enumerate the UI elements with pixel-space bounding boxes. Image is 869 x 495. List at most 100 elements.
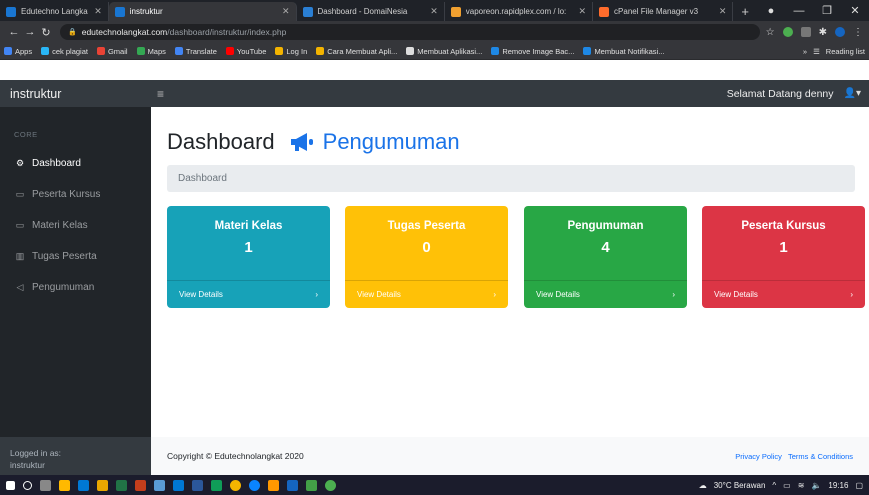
card-title: Tugas Peserta bbox=[387, 220, 466, 232]
bookmark-item[interactable]: Cara Membuat Apli... bbox=[316, 47, 397, 56]
browser-tab-strip: Edutechno Langkat ✕ instruktur ✕ Dashboa… bbox=[0, 0, 869, 21]
sidebar-item-peserta-kursus[interactable]: ▭ Peserta Kursus bbox=[0, 179, 151, 210]
minimize-icon[interactable]: — bbox=[785, 5, 813, 17]
view-details-link[interactable]: View Details › bbox=[167, 280, 330, 308]
bookmark-item[interactable]: Maps bbox=[136, 47, 166, 56]
back-icon[interactable]: ← bbox=[6, 26, 22, 38]
close-tab-icon[interactable]: ✕ bbox=[430, 6, 438, 17]
app-icon[interactable] bbox=[287, 479, 298, 491]
bookmark-item[interactable]: YouTube bbox=[225, 47, 266, 56]
maximize-icon[interactable]: ❐ bbox=[813, 4, 841, 17]
view-details-link[interactable]: View Details › bbox=[345, 280, 508, 308]
app-icon[interactable] bbox=[97, 479, 108, 491]
app-icon[interactable] bbox=[268, 479, 279, 491]
chat-icon: ▭ bbox=[15, 189, 25, 199]
user-dropdown-icon[interactable]: 👤▾ bbox=[844, 88, 861, 99]
sidebar-toggle-icon[interactable]: ≡ bbox=[157, 87, 164, 101]
browser-tab[interactable]: Dashboard - DomaiNesia ✕ bbox=[297, 2, 445, 21]
bookmark-star-icon[interactable]: ☆ bbox=[766, 27, 775, 38]
excel-icon[interactable] bbox=[116, 479, 127, 491]
chevron-up-icon[interactable]: ^ bbox=[772, 481, 776, 490]
powerpoint-icon[interactable] bbox=[135, 479, 146, 491]
profile-avatar-icon[interactable] bbox=[835, 27, 845, 37]
apps-grid-icon bbox=[4, 47, 12, 55]
chrome-icon[interactable] bbox=[230, 479, 241, 491]
browser-tab-active[interactable]: instruktur ✕ bbox=[108, 2, 297, 21]
notification-icon[interactable]: ▢ bbox=[855, 481, 863, 490]
bullhorn-icon bbox=[290, 133, 313, 151]
extension-icon[interactable] bbox=[800, 27, 811, 37]
address-bar[interactable]: 🔒 edutechnolangkat.com/dashboard/instruk… bbox=[60, 24, 760, 40]
account-icon[interactable]: ● bbox=[757, 5, 785, 17]
browser-toolbar: ← → ↻ 🔒 edutechnolangkat.com/dashboard/i… bbox=[0, 21, 869, 43]
github-icon bbox=[406, 47, 415, 55]
app-brand[interactable]: instruktur bbox=[0, 87, 151, 101]
view-details-link[interactable]: View Details › bbox=[702, 280, 865, 308]
store-icon[interactable] bbox=[78, 479, 89, 491]
stat-card-materi-kelas: Materi Kelas 1 View Details › bbox=[167, 206, 330, 308]
app-icon[interactable] bbox=[154, 479, 165, 491]
breadcrumb: Dashboard bbox=[167, 165, 855, 192]
puzzle-icon[interactable]: ✱ bbox=[819, 27, 827, 38]
task-view-icon[interactable] bbox=[40, 479, 51, 491]
volume-icon[interactable]: 🔈 bbox=[811, 481, 821, 490]
view-details-link[interactable]: View Details › bbox=[524, 280, 687, 308]
tachometer-icon: ⚙ bbox=[15, 158, 25, 168]
tab-favicon-icon bbox=[599, 6, 610, 17]
wifi-icon[interactable]: ≋ bbox=[798, 481, 805, 490]
clock[interactable]: 19:16 bbox=[828, 481, 848, 490]
logged-in-label: Logged in as: bbox=[10, 448, 62, 458]
sidebar-item-dashboard[interactable]: ⚙ Dashboard bbox=[0, 148, 151, 179]
bookmark-item[interactable]: Gmail bbox=[96, 47, 128, 56]
app-icon[interactable] bbox=[325, 479, 336, 491]
sidebar-item-tugas-peserta[interactable]: ▥ Tugas Peserta bbox=[0, 241, 151, 272]
browser-tab[interactable]: Edutechno Langkat ✕ bbox=[0, 2, 109, 21]
close-tab-icon[interactable]: ✕ bbox=[719, 6, 727, 17]
new-tab-button[interactable]: + bbox=[733, 2, 757, 21]
weather-text[interactable]: 30°C Berawan bbox=[714, 481, 766, 490]
sidebar-footer: Logged in as: instruktur bbox=[0, 437, 151, 475]
extension-icon[interactable] bbox=[782, 27, 793, 37]
edge-icon[interactable] bbox=[249, 479, 260, 491]
tab-favicon-icon bbox=[114, 6, 125, 17]
bookmark-item[interactable]: Membuat Aplikasi... bbox=[406, 47, 482, 56]
close-tab-icon[interactable]: ✕ bbox=[94, 6, 102, 17]
chat-icon: ▭ bbox=[15, 220, 25, 230]
browser-tab[interactable]: vaporeon.rapidplex.com / lo: ✕ bbox=[445, 2, 594, 21]
reading-list-button[interactable]: Reading list bbox=[826, 47, 865, 56]
bookmark-item[interactable]: Translate bbox=[174, 47, 217, 56]
reload-icon[interactable]: ↻ bbox=[38, 26, 54, 39]
youtube-icon bbox=[225, 47, 234, 55]
privacy-policy-link[interactable]: Privacy Policy bbox=[735, 452, 782, 461]
file-explorer-icon[interactable] bbox=[59, 479, 70, 491]
close-tab-icon[interactable]: ✕ bbox=[579, 6, 587, 17]
tab-favicon-icon bbox=[302, 6, 313, 17]
bookmark-item[interactable]: Remove Image Bac... bbox=[491, 47, 574, 56]
book-icon: ▥ bbox=[15, 251, 25, 261]
search-icon[interactable] bbox=[23, 480, 32, 490]
word-icon[interactable] bbox=[192, 479, 203, 491]
chevron-right-icon: › bbox=[315, 290, 318, 299]
bookmark-item[interactable]: Log In bbox=[275, 47, 307, 56]
more-bookmarks-icon[interactable]: » bbox=[803, 47, 807, 56]
app-navbar: instruktur ≡ Selamat Datang denny 👤▾ bbox=[0, 80, 869, 107]
sidebar-item-pengumuman[interactable]: ◁ Pengumuman bbox=[0, 272, 151, 303]
browser-tab[interactable]: cPanel File Manager v3 ✕ bbox=[593, 2, 734, 21]
forward-icon[interactable]: → bbox=[22, 26, 38, 38]
bookmark-item[interactable]: Membuat Notifikasi... bbox=[583, 47, 664, 56]
mail-icon[interactable] bbox=[173, 479, 184, 491]
menu-kebab-icon[interactable]: ⋮ bbox=[853, 27, 863, 38]
app-icon[interactable] bbox=[211, 479, 222, 491]
page-title-text: Dashboard bbox=[167, 129, 275, 154]
windows-start-icon[interactable] bbox=[6, 480, 15, 490]
close-tab-icon[interactable]: ✕ bbox=[282, 6, 290, 17]
terms-link[interactable]: Terms & Conditions bbox=[788, 452, 853, 461]
battery-icon[interactable]: ▭ bbox=[783, 481, 791, 490]
sidebar-item-materi-kelas[interactable]: ▭ Materi Kelas bbox=[0, 210, 151, 241]
announcement-link[interactable]: Pengumuman bbox=[289, 129, 460, 155]
tab-title: vaporeon.rapidplex.com / lo: bbox=[465, 7, 567, 16]
app-icon[interactable] bbox=[306, 479, 317, 491]
bookmark-apps[interactable]: Apps bbox=[4, 47, 32, 56]
close-window-icon[interactable]: ✕ bbox=[841, 4, 869, 17]
bookmark-item[interactable]: cek plagiat bbox=[41, 47, 88, 56]
